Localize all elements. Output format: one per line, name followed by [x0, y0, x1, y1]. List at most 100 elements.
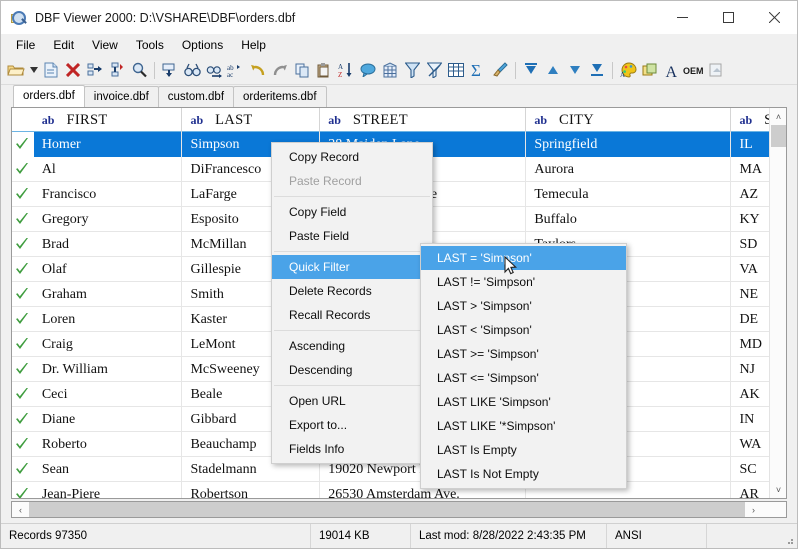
vertical-scroll-thumb[interactable] [771, 125, 786, 147]
quick-filter-option[interactable]: LAST = 'Simpson' [421, 246, 626, 270]
cell-first[interactable]: Dr. William [34, 357, 183, 382]
horizontal-scrollbar[interactable]: ‹ › [11, 501, 787, 518]
zap-records-icon[interactable] [106, 59, 128, 81]
brush-icon[interactable] [489, 59, 511, 81]
font-icon[interactable]: A [661, 59, 683, 81]
cell-first[interactable]: Roberto [34, 432, 183, 457]
cell-first[interactable]: Diane [34, 407, 183, 432]
memo-icon[interactable] [639, 59, 661, 81]
tab-orders-dbf[interactable]: orders.dbf [13, 85, 85, 107]
new-record-icon[interactable] [40, 59, 62, 81]
table-view-icon[interactable] [445, 59, 467, 81]
tab-invoice-dbf[interactable]: invoice.dbf [83, 86, 159, 107]
quick-filter-option[interactable]: LAST Is Empty [421, 438, 626, 462]
sort-az-icon[interactable]: AZ [335, 59, 357, 81]
menu-item-descending[interactable]: Descending [272, 358, 432, 382]
undo-icon[interactable] [247, 59, 269, 81]
scroll-up-arrow[interactable]: ˄ [770, 108, 786, 125]
sum-icon[interactable]: Σ [467, 59, 489, 81]
close-button[interactable] [751, 1, 797, 34]
oem-icon[interactable]: OEM [683, 59, 705, 81]
scroll-down-arrow[interactable]: ˅ [770, 481, 786, 498]
redo-icon[interactable] [269, 59, 291, 81]
cell-first[interactable]: Sean [34, 457, 183, 482]
column-header-street[interactable]: ab STREET [320, 108, 527, 132]
cell-city[interactable]: Temecula [526, 182, 732, 207]
cell-first[interactable]: Brad [34, 232, 183, 257]
quick-filter-option[interactable]: LAST >= 'Simpson' [421, 342, 626, 366]
column-header-last[interactable]: ab LAST [182, 108, 321, 132]
pack-records-icon[interactable] [84, 59, 106, 81]
cell-first[interactable]: Craig [34, 332, 183, 357]
tab-custom-dbf[interactable]: custom.dbf [157, 86, 235, 107]
minimize-button[interactable] [659, 1, 705, 34]
comment-icon[interactable] [357, 59, 379, 81]
cell-first[interactable]: Gregory [34, 207, 183, 232]
cell-first[interactable]: Al [34, 157, 183, 182]
menu-item-export-to[interactable]: Export to... [272, 413, 432, 437]
vertical-scrollbar[interactable]: ˄ ˅ [769, 108, 786, 498]
menu-item-recall-records[interactable]: Recall Records› [272, 303, 432, 327]
cell-first[interactable]: Homer [33, 132, 183, 157]
menu-item-paste-field[interactable]: Paste Field [272, 224, 432, 248]
find-next-icon[interactable] [203, 59, 225, 81]
cell-city[interactable]: Springfield [526, 132, 732, 157]
find-icon[interactable] [181, 59, 203, 81]
menu-edit[interactable]: Edit [44, 36, 83, 54]
filter-icon[interactable] [401, 59, 423, 81]
quick-filter-option[interactable]: LAST LIKE 'Simpson' [421, 390, 626, 414]
quick-filter-option[interactable]: LAST LIKE '*Simpson' [421, 414, 626, 438]
last-record-icon[interactable] [586, 59, 608, 81]
resize-grip-icon[interactable] [783, 534, 797, 548]
cell-last[interactable]: Robertson [182, 482, 321, 498]
table-row[interactable]: Jean-Piere Robertson 26530 Amsterdam Ave. A… [12, 482, 786, 498]
menu-item-copy-field[interactable]: Copy Field [272, 200, 432, 224]
cell-first[interactable]: Loren [34, 307, 183, 332]
delete-record-icon[interactable] [62, 59, 84, 81]
menu-item-quick-filter[interactable]: Quick Filter› [272, 255, 432, 279]
quick-filter-option[interactable]: LAST <= 'Simpson' [421, 366, 626, 390]
menu-view[interactable]: View [83, 36, 127, 54]
menu-help[interactable]: Help [232, 36, 275, 54]
cell-city[interactable]: Buffalo [526, 207, 732, 232]
next-record-icon[interactable] [564, 59, 586, 81]
paste-icon[interactable] [313, 59, 335, 81]
search-records-icon[interactable] [128, 59, 150, 81]
tab-orderitems-dbf[interactable]: orderitems.dbf [233, 86, 327, 107]
menu-item-delete-records[interactable]: Delete Records› [272, 279, 432, 303]
copy-icon[interactable] [291, 59, 313, 81]
cell-city[interactable]: Aurora [526, 157, 732, 182]
dropdown-arrow-icon[interactable] [27, 59, 40, 81]
structure-icon[interactable] [379, 59, 401, 81]
cell-first[interactable]: Ceci [34, 382, 183, 407]
column-header-first[interactable]: ab FIRST [34, 108, 183, 132]
menu-item-copy-record[interactable]: Copy Record [272, 145, 432, 169]
menu-options[interactable]: Options [173, 36, 232, 54]
column-header-city[interactable]: ab CITY [526, 108, 732, 132]
cell-first[interactable]: Francisco [34, 182, 183, 207]
cell-first[interactable]: Graham [34, 282, 183, 307]
export-icon[interactable] [705, 59, 727, 81]
menu-item-fields-info[interactable]: Fields Info [272, 437, 432, 461]
filter-clear-icon[interactable] [423, 59, 445, 81]
maximize-button[interactable] [705, 1, 751, 34]
quick-filter-option[interactable]: LAST > 'Simpson' [421, 294, 626, 318]
quick-filter-option[interactable]: LAST < 'Simpson' [421, 318, 626, 342]
menu-tools[interactable]: Tools [127, 36, 173, 54]
quick-filter-option[interactable]: LAST Is Not Empty [421, 462, 626, 486]
replace-icon[interactable]: ab ac [225, 59, 247, 81]
open-folder-icon[interactable] [5, 59, 27, 81]
goto-record-icon[interactable] [159, 59, 181, 81]
menu-file[interactable]: File [7, 36, 44, 54]
horizontal-scroll-thumb[interactable] [29, 502, 745, 517]
scroll-left-arrow[interactable]: ‹ [12, 502, 29, 517]
cell-first[interactable]: Olaf [34, 257, 183, 282]
prev-record-icon[interactable] [542, 59, 564, 81]
color-palette-icon[interactable]: A [617, 59, 639, 81]
first-record-icon[interactable] [520, 59, 542, 81]
cell-first[interactable]: Jean-Piere [34, 482, 183, 498]
menu-item-ascending[interactable]: Ascending [272, 334, 432, 358]
quick-filter-option[interactable]: LAST != 'Simpson' [421, 270, 626, 294]
menu-item-open-url[interactable]: Open URL [272, 389, 432, 413]
scroll-right-arrow[interactable]: › [745, 502, 762, 517]
